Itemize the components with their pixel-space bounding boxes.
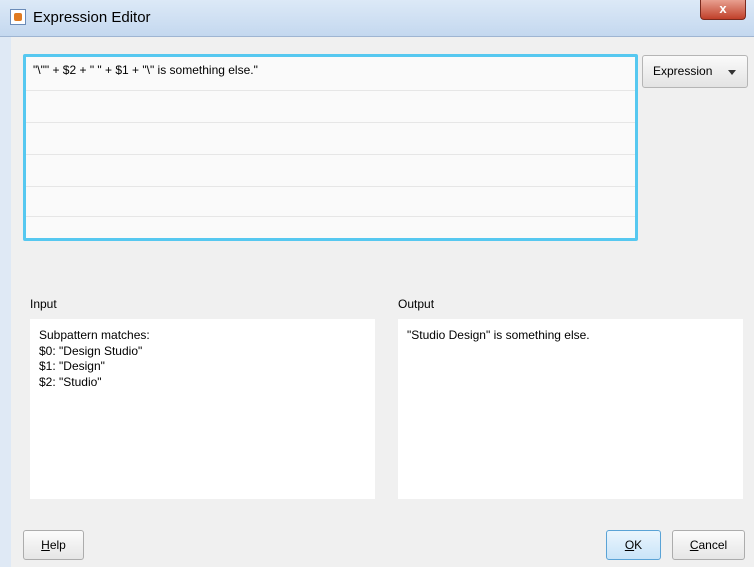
editor-row-divider: [26, 154, 635, 155]
output-panel: "Studio Design" is something else.: [398, 319, 743, 499]
editor-row-divider: [26, 122, 635, 123]
cancel-label: ancel: [698, 538, 728, 552]
title-bar: Expression Editor x: [0, 0, 754, 37]
window-left-edge: [0, 37, 11, 567]
output-label: Output: [398, 297, 435, 311]
help-label: elp: [49, 538, 66, 552]
ok-button[interactable]: OK: [606, 530, 661, 560]
editor-row-divider: [26, 186, 635, 187]
help-mnemonic: H: [41, 538, 50, 552]
input-line: $1: "Design": [39, 359, 105, 373]
output-line: "Studio Design" is something else.: [407, 328, 590, 342]
java-app-icon: [10, 9, 26, 25]
expression-text: "\"" + $2 + " " + $1 + "\" is something …: [33, 63, 258, 77]
cancel-button[interactable]: Cancel: [672, 530, 745, 560]
expression-editor[interactable]: "\"" + $2 + " " + $1 + "\" is something …: [23, 54, 638, 241]
editor-row-divider: [26, 90, 635, 91]
chevron-down-icon: [728, 70, 736, 75]
input-line: $0: "Design Studio": [39, 343, 143, 358]
editor-row-divider: [26, 216, 635, 217]
window-title: Expression Editor: [33, 9, 151, 26]
help-button[interactable]: Help: [23, 530, 84, 560]
input-label: Input: [30, 297, 57, 311]
ok-mnemonic: O: [624, 538, 635, 552]
expression-dropdown-button[interactable]: Expression: [642, 55, 748, 88]
close-button[interactable]: x: [700, 0, 746, 20]
ok-label: K: [634, 538, 643, 552]
input-panel: Subpattern matches: $0: "Design Studio" …: [30, 319, 375, 499]
input-line: $2: "Studio": [39, 374, 102, 389]
expression-dropdown-label: Expression: [653, 64, 713, 78]
input-line: Subpattern matches:: [39, 328, 150, 342]
